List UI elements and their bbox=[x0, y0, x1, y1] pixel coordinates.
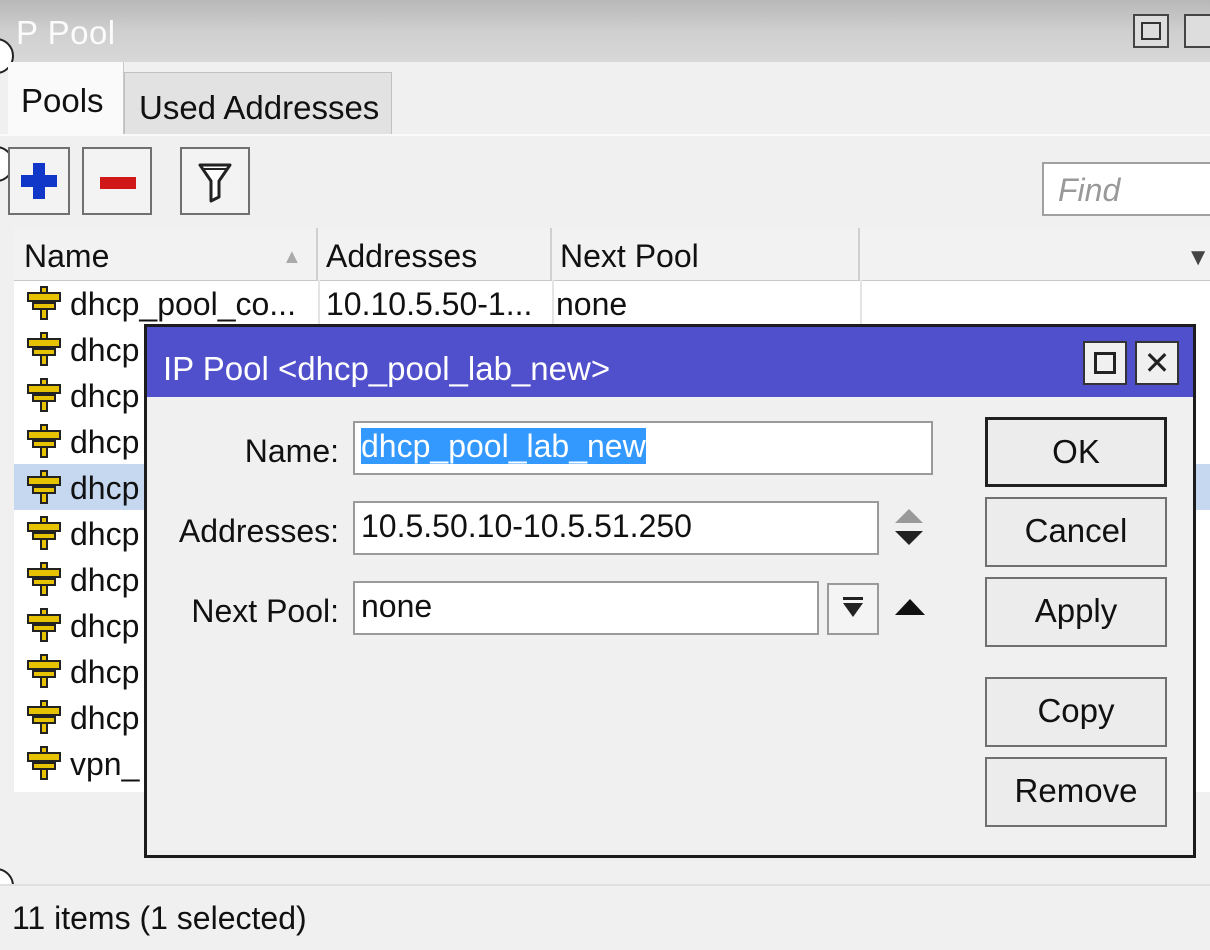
table-header: Name ▲ Addresses Next Pool ▼ bbox=[14, 228, 1210, 281]
next-pool-field[interactable]: none bbox=[353, 581, 819, 635]
tab-used-addresses[interactable]: Used Addresses bbox=[124, 72, 392, 134]
name-label: Name: bbox=[244, 433, 339, 469]
cell-next-pool: none bbox=[556, 286, 628, 322]
next-pool-label: Next Pool: bbox=[191, 593, 339, 629]
maximize-icon[interactable] bbox=[1133, 14, 1169, 48]
column-header-addresses[interactable]: Addresses bbox=[318, 228, 552, 280]
ip-pool-icon bbox=[24, 608, 64, 642]
name-field[interactable]: dhcp_pool_lab_new bbox=[353, 421, 933, 475]
divider bbox=[0, 134, 1210, 136]
add-button[interactable] bbox=[8, 147, 70, 215]
ip-pool-icon bbox=[24, 654, 64, 688]
filter-icon bbox=[198, 163, 232, 203]
ip-pool-icon bbox=[24, 332, 64, 366]
column-menu-icon[interactable]: ▼ bbox=[1186, 244, 1210, 272]
ip-pool-icon bbox=[24, 424, 64, 458]
column-header-next-pool[interactable]: Next Pool bbox=[552, 228, 860, 280]
addresses-field[interactable]: 10.5.50.10-10.5.51.250 bbox=[353, 501, 879, 555]
remove-button[interactable] bbox=[82, 147, 152, 215]
column-header-empty: ▼ bbox=[860, 228, 1210, 280]
apply-button[interactable]: Apply bbox=[985, 577, 1167, 647]
window-titlebar[interactable]: P Pool bbox=[0, 0, 1210, 62]
status-bar: 11 items (1 selected) bbox=[0, 884, 1210, 950]
close-icon[interactable]: ✕ bbox=[1135, 341, 1179, 385]
dialog-title: IP Pool <dhcp_pool_lab_new> bbox=[163, 350, 611, 387]
column-divider bbox=[552, 280, 554, 326]
ok-button[interactable]: OK bbox=[985, 417, 1167, 487]
column-header-name[interactable]: Name ▲ bbox=[14, 228, 318, 280]
table-row[interactable]: dhcp_pool_co... 10.10.5.50-1... none bbox=[14, 280, 1210, 326]
tab-bar: Pools Used Addresses bbox=[0, 62, 1210, 134]
addresses-label: Addresses: bbox=[178, 513, 339, 549]
column-header-label: Name bbox=[24, 238, 110, 274]
cell-name: dhcp_pool_co... bbox=[70, 286, 296, 322]
window-title: P Pool bbox=[16, 14, 116, 51]
cancel-button[interactable]: Cancel bbox=[985, 497, 1167, 567]
ip-pool-icon bbox=[24, 562, 64, 596]
dialog-titlebar[interactable]: IP Pool <dhcp_pool_lab_new> ✕ bbox=[147, 327, 1193, 397]
ip-pool-icon bbox=[24, 516, 64, 550]
sort-asc-icon: ▲ bbox=[282, 246, 302, 268]
ip-pool-dialog: IP Pool <dhcp_pool_lab_new> ✕ Name: dhcp… bbox=[144, 324, 1196, 858]
ip-pool-icon bbox=[24, 700, 64, 734]
minus-icon bbox=[100, 177, 136, 189]
copy-button[interactable]: Copy bbox=[985, 677, 1167, 747]
cell-addresses: 10.10.5.50-1... bbox=[326, 286, 533, 322]
find-input[interactable]: Find bbox=[1042, 162, 1210, 216]
maximize-icon[interactable] bbox=[1083, 341, 1127, 385]
remove-dialog-button[interactable]: Remove bbox=[985, 757, 1167, 827]
ip-pool-icon bbox=[24, 470, 64, 504]
ip-pool-icon bbox=[24, 286, 64, 320]
tab-pools[interactable]: Pools bbox=[8, 62, 124, 134]
name-value: dhcp_pool_lab_new bbox=[361, 428, 646, 464]
ip-pool-icon bbox=[24, 746, 64, 780]
status-text: 11 items (1 selected) bbox=[12, 900, 307, 936]
collapse-up-icon[interactable] bbox=[895, 599, 925, 615]
addresses-spin-icon[interactable] bbox=[895, 509, 923, 553]
close-icon[interactable] bbox=[1184, 14, 1210, 48]
filter-button[interactable] bbox=[180, 147, 250, 215]
next-pool-dropdown-button[interactable] bbox=[827, 583, 879, 635]
column-divider bbox=[860, 280, 862, 326]
column-divider bbox=[318, 280, 320, 326]
ip-pool-icon bbox=[24, 378, 64, 412]
